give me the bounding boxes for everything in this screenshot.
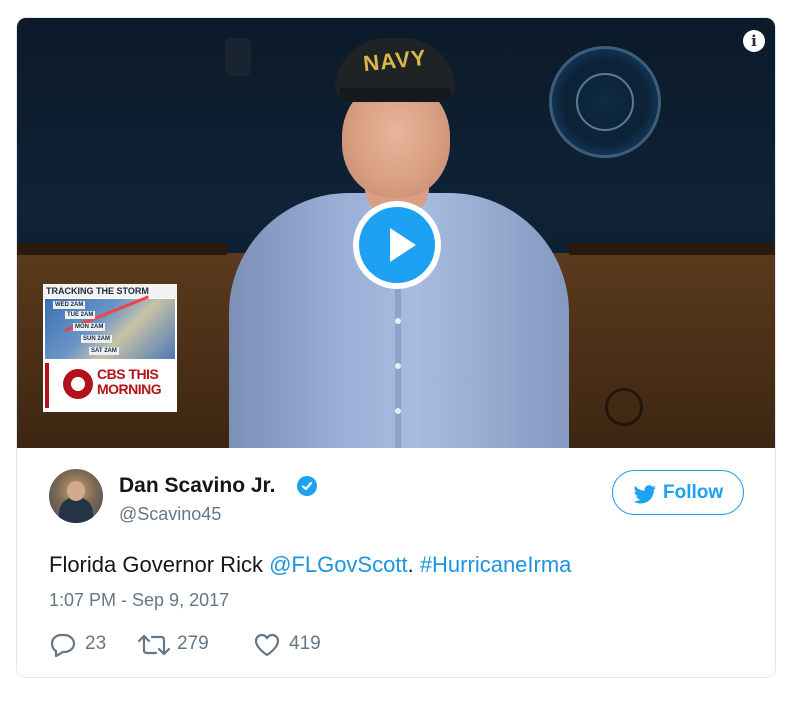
play-icon	[390, 228, 416, 262]
cbs-line2: MORNING	[97, 381, 162, 397]
shirt-button	[395, 408, 401, 414]
storm-day-label: SAT 2AM	[89, 347, 119, 355]
storm-map: WED 2AM TUE 2AM MON 2AM SUN 2AM SAT 2AM	[45, 295, 175, 359]
author-name[interactable]: Dan Scavino Jr.	[119, 474, 275, 498]
tweet-text-separator: .	[407, 552, 420, 577]
shirt-button	[395, 318, 401, 324]
storm-day-label: SUN 2AM	[81, 335, 113, 343]
storm-graphic: TRACKING THE STORM WED 2AM TUE 2AM MON 2…	[43, 284, 177, 412]
avatar[interactable]	[49, 469, 103, 523]
cbs-line1: CBS THIS	[97, 366, 159, 382]
retweet-icon	[137, 634, 171, 656]
tweet-text-prefix: Florida Governor Rick	[49, 552, 270, 577]
storm-day-label: MON 2AM	[73, 323, 106, 331]
like-count: 419	[289, 633, 321, 654]
mention-link[interactable]: @FLGovScott	[269, 552, 408, 577]
author-handle[interactable]: @Scavino45	[119, 504, 221, 525]
retweet-count: 279	[177, 633, 209, 654]
play-button[interactable]	[353, 201, 441, 289]
background-rail	[569, 243, 775, 255]
follow-label: Follow	[663, 482, 724, 503]
verified-badge-icon	[297, 476, 317, 496]
heart-icon	[254, 633, 280, 657]
cbs-watermark-icon	[605, 388, 643, 426]
shirt-button	[395, 363, 401, 369]
video-player[interactable]: NAVY TRACKING THE STORM WED 2AM TUE 2AM …	[17, 18, 775, 448]
tweet-text: Florida Governor Rick @FLGovScott. #Hurr…	[49, 552, 571, 578]
background-rail	[17, 243, 227, 255]
twitter-bird-icon	[633, 485, 656, 504]
like-action[interactable]: 419	[253, 630, 343, 660]
reply-count: 23	[85, 633, 107, 654]
storm-day-label: TUE 2AM	[65, 311, 96, 319]
storm-title: TRACKING THE STORM	[43, 284, 177, 298]
info-icon[interactable]: i	[743, 30, 765, 52]
retweet-action[interactable]: 279	[137, 630, 227, 660]
ceiling-lamp	[225, 38, 251, 76]
cbs-logo: CBS THIS MORNING	[45, 363, 175, 408]
follow-button[interactable]: Follow	[612, 470, 744, 515]
tweet-card: NAVY TRACKING THE STORM WED 2AM TUE 2AM …	[16, 17, 776, 678]
storm-day-label: WED 2AM	[53, 301, 86, 309]
tweet-timestamp[interactable]: 1:07 PM - Sep 9, 2017	[49, 590, 229, 611]
reply-action[interactable]: 23	[49, 630, 119, 660]
reply-icon	[50, 633, 76, 658]
hashtag-link[interactable]: #HurricaneIrma	[420, 552, 572, 577]
cbs-eye-icon	[63, 369, 93, 399]
wall-seal	[549, 46, 661, 158]
cap-brim	[339, 88, 451, 102]
